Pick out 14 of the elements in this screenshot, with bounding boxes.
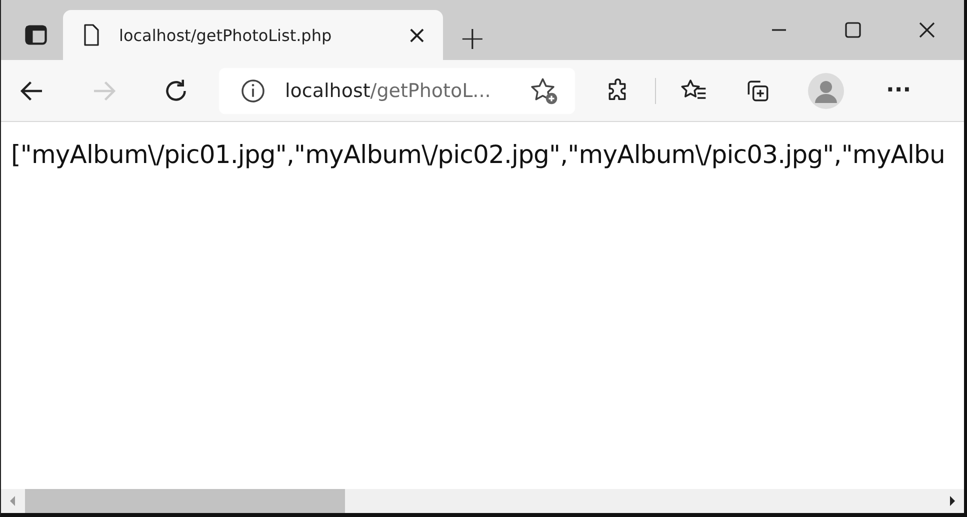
add-favorite-icon[interactable] bbox=[529, 76, 559, 106]
new-tab-button[interactable]: + bbox=[453, 22, 492, 54]
horizontal-scrollbar[interactable] bbox=[1, 489, 964, 513]
json-text: ["myAlbum\/pic01.jpg","myAlbum\/pic02.jpg","myAlbum\/pic03.jpg","myAlbu bbox=[11, 140, 946, 169]
info-icon[interactable] bbox=[239, 76, 267, 104]
close-tab-button[interactable]: × bbox=[400, 21, 433, 49]
address-bar[interactable]: localhost/getPhotoL... bbox=[219, 68, 575, 114]
more-button[interactable]: ··· bbox=[882, 78, 916, 103]
tab-title: localhost/getPhotoList.php bbox=[119, 26, 333, 44]
browser-tab[interactable]: localhost/getPhotoList.php × bbox=[63, 10, 443, 60]
scroll-thumb[interactable] bbox=[25, 489, 346, 513]
url-path: /getPhotoL... bbox=[370, 80, 491, 102]
avatar-icon[interactable] bbox=[808, 72, 844, 108]
url-host: localhost bbox=[285, 80, 370, 102]
